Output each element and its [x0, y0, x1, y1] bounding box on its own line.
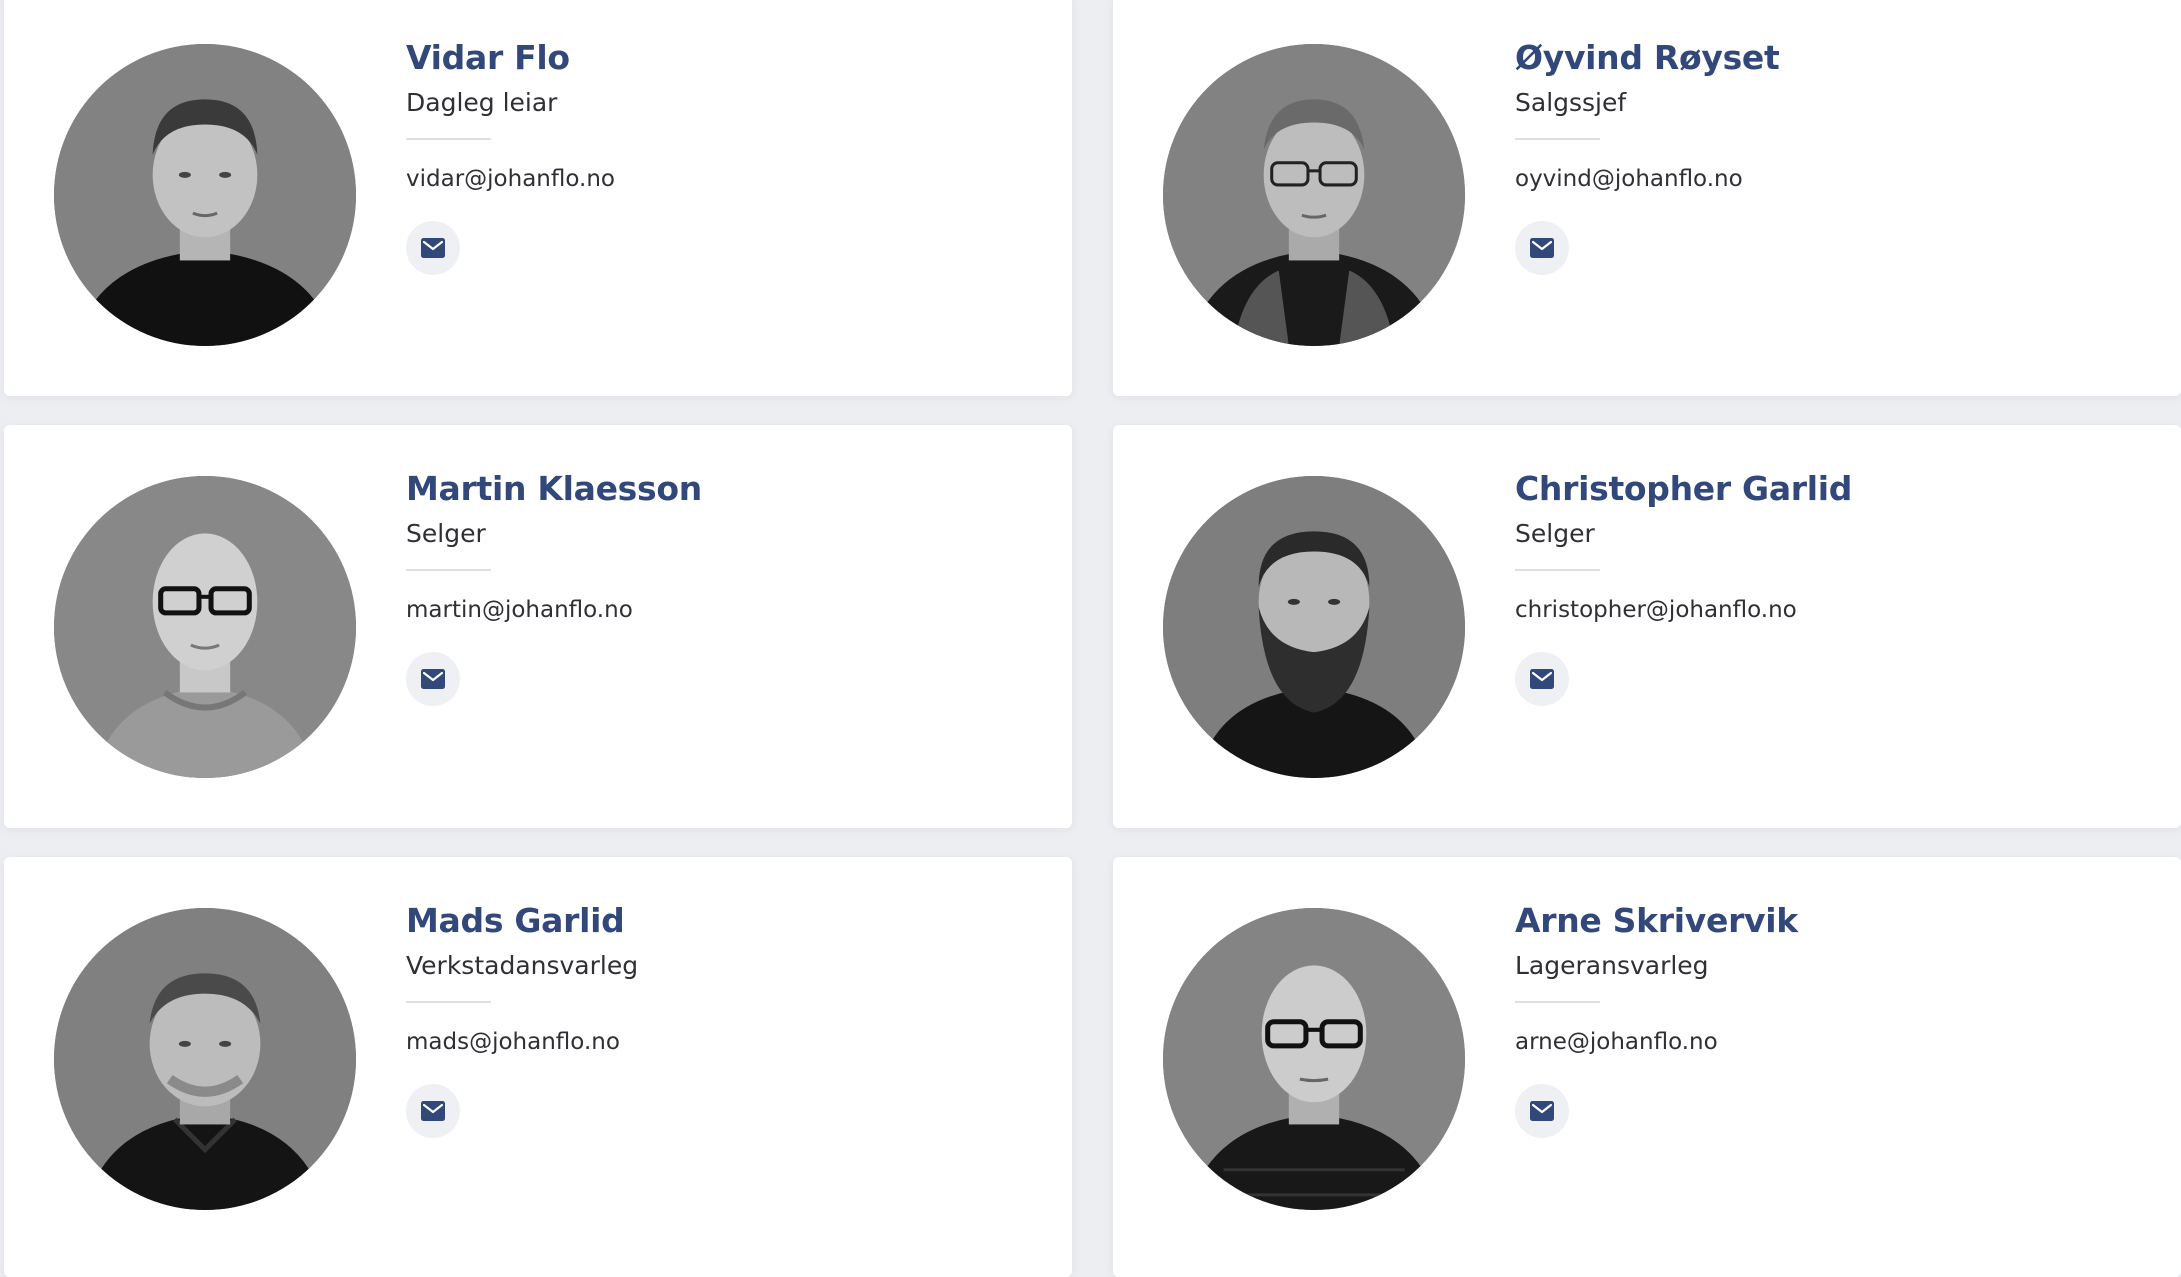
divider: [406, 569, 491, 571]
envelope-icon: [1530, 669, 1554, 689]
employee-role: Lageransvarleg: [1515, 951, 1709, 980]
email-button[interactable]: [406, 1084, 460, 1138]
divider: [1515, 1001, 1600, 1003]
employee-email: arne@johanflo.no: [1515, 1029, 1718, 1055]
email-button[interactable]: [406, 652, 460, 706]
employee-role: Selger: [406, 519, 486, 548]
employee-photo: [54, 908, 356, 1210]
divider: [406, 138, 491, 140]
employee-info: Martin Klaesson Selger martin@johanflo.n…: [406, 463, 1026, 706]
employee-role: Verkstadansvarleg: [406, 951, 639, 980]
envelope-icon: [1530, 1101, 1554, 1121]
divider: [406, 1001, 491, 1003]
employee-email: martin@johanflo.no: [406, 597, 633, 623]
employee-name: Christopher Garlid: [1515, 469, 1853, 508]
email-button[interactable]: [406, 221, 460, 275]
email-button[interactable]: [1515, 221, 1569, 275]
employee-card: Martin Klaesson Selger martin@johanflo.n…: [4, 425, 1072, 828]
employee-card: Vidar Flo Dagleg leiar vidar@johanflo.no: [4, 0, 1072, 396]
employee-info: Vidar Flo Dagleg leiar vidar@johanflo.no: [406, 32, 1026, 275]
employee-card: Arne Skrivervik Lageransvarleg arne@joha…: [1113, 857, 2181, 1277]
employee-info: Christopher Garlid Selger christopher@jo…: [1515, 463, 2135, 706]
employee-card: Mads Garlid Verkstadansvarleg mads@johan…: [4, 857, 1072, 1277]
employee-info: Øyvind Røyset Salgssjef oyvind@johanflo.…: [1515, 32, 2135, 275]
employee-name: Mads Garlid: [406, 901, 625, 940]
employee-email: oyvind@johanflo.no: [1515, 166, 1743, 192]
employee-info: Arne Skrivervik Lageransvarleg arne@joha…: [1515, 895, 2135, 1138]
employee-photo: [1163, 44, 1465, 346]
employee-card: Øyvind Røyset Salgssjef oyvind@johanflo.…: [1113, 0, 2181, 396]
employee-role: Dagleg leiar: [406, 88, 558, 117]
employee-photo: [54, 476, 356, 778]
envelope-icon: [421, 669, 445, 689]
staff-grid: Vidar Flo Dagleg leiar vidar@johanflo.no: [0, 0, 2181, 1277]
employee-info: Mads Garlid Verkstadansvarleg mads@johan…: [406, 895, 1026, 1138]
email-button[interactable]: [1515, 1084, 1569, 1138]
envelope-icon: [421, 1101, 445, 1121]
email-button[interactable]: [1515, 652, 1569, 706]
employee-card: Christopher Garlid Selger christopher@jo…: [1113, 425, 2181, 828]
employee-name: Vidar Flo: [406, 38, 570, 77]
employee-role: Salgssjef: [1515, 88, 1627, 117]
employee-email: mads@johanflo.no: [406, 1029, 620, 1055]
employee-photo: [54, 44, 356, 346]
employee-role: Selger: [1515, 519, 1595, 548]
employee-photo: [1163, 908, 1465, 1210]
employee-name: Martin Klaesson: [406, 469, 702, 508]
divider: [1515, 138, 1600, 140]
envelope-icon: [1530, 238, 1554, 258]
employee-email: vidar@johanflo.no: [406, 166, 615, 192]
employee-photo: [1163, 476, 1465, 778]
employee-email: christopher@johanflo.no: [1515, 597, 1797, 623]
employee-name: Øyvind Røyset: [1515, 38, 1780, 77]
employee-name: Arne Skrivervik: [1515, 901, 1798, 940]
divider: [1515, 569, 1600, 571]
envelope-icon: [421, 238, 445, 258]
